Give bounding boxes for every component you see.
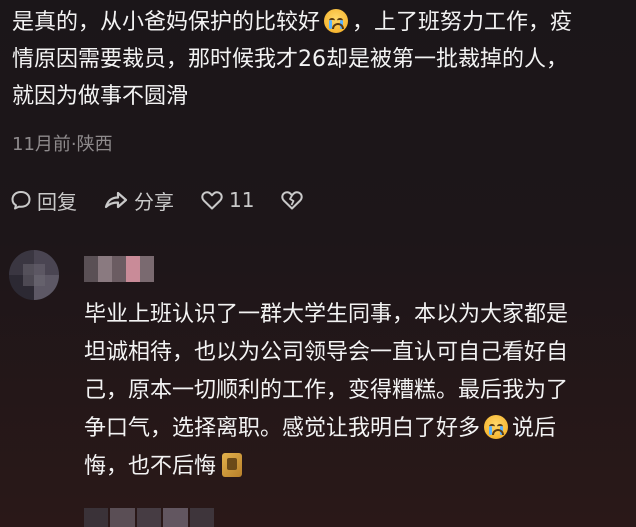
meta-blurred (84, 508, 215, 527)
like-count: 11 (229, 188, 255, 212)
reply-line-4: 争口气，选择离职。感觉让我明白了好多 说后 (84, 410, 624, 448)
reply-label: 回复 (37, 189, 77, 214)
reply-bubble-icon (11, 191, 31, 210)
reply-button[interactable]: 回复 (10, 186, 77, 215)
avatar[interactable] (9, 250, 59, 300)
dislike-button[interactable] (280, 189, 309, 211)
reply-line-1: 毕业上班认识了一群大学生同事，本以为大家都是 (84, 302, 569, 327)
reply-text-part: 争口气，选择离职。感觉让我明白了好多 (84, 416, 481, 441)
comment-meta: 11月前·陕西 (12, 134, 113, 155)
comment-line-3: 就因为做事不圆滑 (12, 84, 189, 109)
reply-text-part: 说后 (512, 416, 557, 441)
crying-emoji-icon (324, 9, 349, 33)
comment-body: 是真的，从小爸妈保护的比较好 ，上了班努力工作，疫 情原因需要裁员，那时候我才26… (12, 4, 628, 115)
reply-text-part: 悔，也不后悔 (84, 454, 217, 479)
share-arrow-icon (104, 191, 128, 209)
username-blurred[interactable] (84, 256, 154, 282)
reply-line-2: 坦诚相待，也以为公司领导会一直认可自己看好自 (84, 340, 569, 365)
like-button[interactable]: 11 (200, 188, 254, 212)
broken-heart-icon (281, 191, 304, 210)
crying-emoji-icon (484, 415, 509, 439)
reply-body: 毕业上班认识了一群大学生同事，本以为大家都是 坦诚相待，也以为公司领导会一直认可… (84, 296, 624, 486)
gold-sticker-icon (222, 453, 243, 477)
comment-actions: 回复 分享 11 (10, 183, 335, 217)
share-label: 分享 (134, 189, 174, 214)
share-button[interactable]: 分享 (103, 186, 174, 215)
reply-line-3: 己，原本一切顺利的工作，变得糟糕。最后我为了 (84, 378, 569, 403)
reply-line-5: 悔，也不后悔 (84, 448, 624, 486)
comment-line-2: 情原因需要裁员，那时候我才26却是被第一批裁掉的人， (12, 47, 568, 72)
heart-icon (201, 191, 223, 210)
comment-text-part: 是真的，从小爸妈保护的比较好 (12, 10, 321, 35)
comment-text-part: ，上了班努力工作，疫 (352, 10, 573, 35)
comment-line-1: 是真的，从小爸妈保护的比较好 ，上了班努力工作，疫 (12, 4, 628, 41)
